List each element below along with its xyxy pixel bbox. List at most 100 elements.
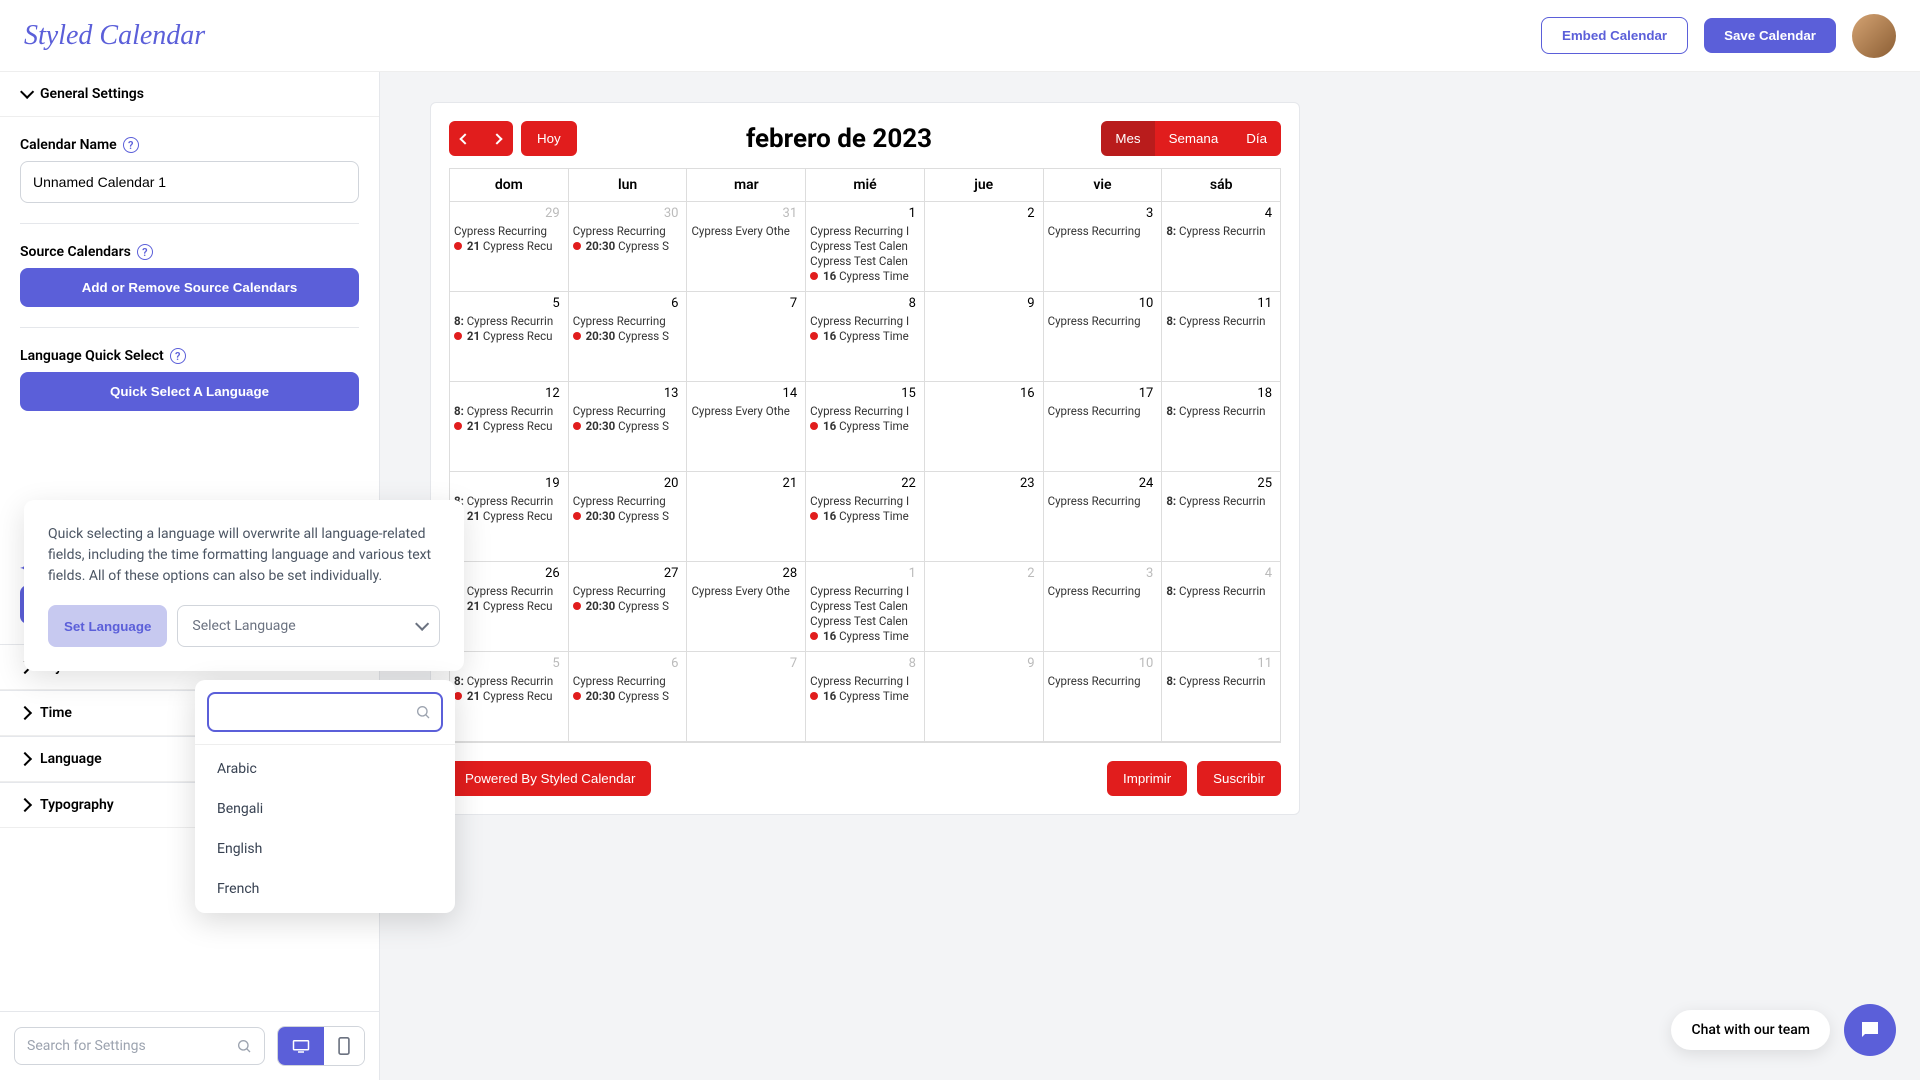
- general-settings-header[interactable]: General Settings: [0, 72, 379, 117]
- calendar-event[interactable]: 20:30 Cypress S: [573, 329, 683, 343]
- language-options-list[interactable]: ArabicBengaliEnglishFrench: [195, 744, 455, 913]
- language-option[interactable]: English: [195, 829, 455, 869]
- calendar-event[interactable]: Cypress Recurring: [573, 224, 683, 238]
- calendar-day-cell[interactable]: 6Cypress Recurring 20:30 Cypress S: [569, 292, 688, 382]
- calendar-event[interactable]: 8: Cypress Recurrin: [454, 314, 564, 328]
- calendar-day-cell[interactable]: 268: Cypress Recurrin 21 Cypress Recu: [450, 562, 569, 652]
- calendar-day-cell[interactable]: 128: Cypress Recurrin 21 Cypress Recu: [450, 382, 569, 472]
- calendar-event[interactable]: Cypress Every Othe: [691, 404, 801, 418]
- language-select[interactable]: Select Language: [177, 605, 440, 647]
- calendar-name-input[interactable]: [20, 161, 359, 203]
- embed-calendar-button[interactable]: Embed Calendar: [1541, 17, 1688, 54]
- calendar-event[interactable]: Cypress Recurring: [1048, 584, 1158, 598]
- language-search-input[interactable]: [207, 692, 443, 732]
- calendar-event[interactable]: 20:30 Cypress S: [573, 419, 683, 433]
- calendar-day-cell[interactable]: 17Cypress Recurring: [1044, 382, 1163, 472]
- week-view-button[interactable]: Semana: [1155, 121, 1233, 156]
- help-icon[interactable]: ?: [170, 348, 186, 364]
- calendar-event[interactable]: 16 Cypress Time: [810, 329, 920, 343]
- calendar-event[interactable]: Cypress Recurring: [573, 494, 683, 508]
- calendar-event[interactable]: 16 Cypress Time: [810, 689, 920, 703]
- calendar-event[interactable]: 20:30 Cypress S: [573, 599, 683, 613]
- calendar-event[interactable]: 21 Cypress Recu: [454, 509, 564, 523]
- calendar-event[interactable]: 8: Cypress Recurrin: [1166, 494, 1276, 508]
- prev-month-button[interactable]: [449, 121, 481, 156]
- calendar-event[interactable]: 8: Cypress Recurrin: [1166, 314, 1276, 328]
- calendar-event[interactable]: 21 Cypress Recu: [454, 599, 564, 613]
- calendar-event[interactable]: Cypress Recurring I: [810, 584, 920, 598]
- calendar-event[interactable]: Cypress Every Othe: [691, 584, 801, 598]
- calendar-event[interactable]: Cypress Recurring: [1048, 494, 1158, 508]
- calendar-day-cell[interactable]: 29Cypress Recurring 21 Cypress Recu: [450, 202, 569, 292]
- calendar-day-cell[interactable]: 118: Cypress Recurrin: [1162, 292, 1280, 382]
- calendar-day-cell[interactable]: 8Cypress Recurring I 16 Cypress Time: [806, 292, 925, 382]
- language-option[interactable]: Bengali: [195, 789, 455, 829]
- help-icon[interactable]: ?: [137, 244, 153, 260]
- calendar-event[interactable]: Cypress Recurring I: [810, 314, 920, 328]
- calendar-event[interactable]: Cypress Recurring: [573, 404, 683, 418]
- calendar-day-cell[interactable]: 31Cypress Every Othe: [687, 202, 806, 292]
- calendar-day-cell[interactable]: 48: Cypress Recurrin: [1162, 202, 1280, 292]
- print-button[interactable]: Imprimir: [1107, 761, 1187, 796]
- calendar-event[interactable]: 21 Cypress Recu: [454, 329, 564, 343]
- next-month-button[interactable]: [481, 121, 513, 156]
- calendar-event[interactable]: Cypress Recurring: [573, 314, 683, 328]
- calendar-event[interactable]: Cypress Test Calen: [810, 599, 920, 613]
- quick-select-language-button[interactable]: Quick Select A Language: [20, 372, 359, 411]
- calendar-event[interactable]: 16 Cypress Time: [810, 419, 920, 433]
- calendar-day-cell[interactable]: 9: [925, 652, 1044, 742]
- calendar-day-cell[interactable]: 188: Cypress Recurrin: [1162, 382, 1280, 472]
- calendar-day-cell[interactable]: 58: Cypress Recurrin 21 Cypress Recu: [450, 652, 569, 742]
- calendar-day-cell[interactable]: 28Cypress Every Othe: [687, 562, 806, 652]
- calendar-event[interactable]: Cypress Recurring: [1048, 224, 1158, 238]
- calendar-day-cell[interactable]: 15Cypress Recurring I 16 Cypress Time: [806, 382, 925, 472]
- calendar-event[interactable]: 21 Cypress Recu: [454, 419, 564, 433]
- powered-by-button[interactable]: Powered By Styled Calendar: [449, 761, 651, 796]
- user-avatar[interactable]: [1852, 14, 1896, 58]
- calendar-event[interactable]: Cypress Recurring I: [810, 674, 920, 688]
- calendar-event[interactable]: 20:30 Cypress S: [573, 689, 683, 703]
- calendar-event[interactable]: 8: Cypress Recurrin: [454, 674, 564, 688]
- calendar-event[interactable]: 8: Cypress Recurrin: [1166, 674, 1276, 688]
- calendar-day-cell[interactable]: 30Cypress Recurring 20:30 Cypress S: [569, 202, 688, 292]
- calendar-day-cell[interactable]: 14Cypress Every Othe: [687, 382, 806, 472]
- calendar-event[interactable]: 20:30 Cypress S: [573, 239, 683, 253]
- calendar-day-cell[interactable]: 6Cypress Recurring 20:30 Cypress S: [569, 652, 688, 742]
- calendar-day-cell[interactable]: 2: [925, 562, 1044, 652]
- calendar-event[interactable]: 8: Cypress Recurrin: [1166, 404, 1276, 418]
- calendar-day-cell[interactable]: 8Cypress Recurring I 16 Cypress Time: [806, 652, 925, 742]
- calendar-day-cell[interactable]: 1Cypress Recurring ICypress Test CalenCy…: [806, 202, 925, 292]
- calendar-event[interactable]: 16 Cypress Time: [810, 509, 920, 523]
- calendar-day-cell[interactable]: 24Cypress Recurring: [1044, 472, 1163, 562]
- calendar-day-cell[interactable]: 10Cypress Recurring: [1044, 652, 1163, 742]
- calendar-event[interactable]: 21 Cypress Recu: [454, 239, 564, 253]
- calendar-day-cell[interactable]: 10Cypress Recurring: [1044, 292, 1163, 382]
- calendar-day-cell[interactable]: 27Cypress Recurring 20:30 Cypress S: [569, 562, 688, 652]
- calendar-event[interactable]: Cypress Recurring: [1048, 404, 1158, 418]
- calendar-event[interactable]: Cypress Every Othe: [691, 224, 801, 238]
- calendar-event[interactable]: Cypress Recurring: [1048, 674, 1158, 688]
- calendar-event[interactable]: 8: Cypress Recurrin: [454, 494, 564, 508]
- calendar-day-cell[interactable]: 3Cypress Recurring: [1044, 202, 1163, 292]
- calendar-event[interactable]: Cypress Test Calen: [810, 239, 920, 253]
- calendar-event[interactable]: Cypress Recurring I: [810, 494, 920, 508]
- chat-fab-button[interactable]: [1844, 1004, 1896, 1056]
- desktop-view-button[interactable]: [278, 1027, 324, 1065]
- calendar-event[interactable]: 8: Cypress Recurrin: [454, 404, 564, 418]
- calendar-event[interactable]: 8: Cypress Recurrin: [1166, 584, 1276, 598]
- save-calendar-button[interactable]: Save Calendar: [1704, 18, 1836, 53]
- day-view-button[interactable]: Día: [1232, 121, 1281, 156]
- calendar-event[interactable]: Cypress Test Calen: [810, 614, 920, 628]
- calendar-day-cell[interactable]: 7: [687, 652, 806, 742]
- calendar-day-cell[interactable]: 198: Cypress Recurrin 21 Cypress Recu: [450, 472, 569, 562]
- calendar-day-cell[interactable]: 13Cypress Recurring 20:30 Cypress S: [569, 382, 688, 472]
- calendar-event[interactable]: 21 Cypress Recu: [454, 689, 564, 703]
- language-option[interactable]: French: [195, 869, 455, 909]
- calendar-event[interactable]: Cypress Test Calen: [810, 254, 920, 268]
- calendar-day-cell[interactable]: 21: [687, 472, 806, 562]
- calendar-event[interactable]: Cypress Recurring: [573, 584, 683, 598]
- calendar-day-cell[interactable]: 58: Cypress Recurrin 21 Cypress Recu: [450, 292, 569, 382]
- calendar-day-cell[interactable]: 3Cypress Recurring: [1044, 562, 1163, 652]
- calendar-day-cell[interactable]: 9: [925, 292, 1044, 382]
- subscribe-button[interactable]: Suscribir: [1197, 761, 1281, 796]
